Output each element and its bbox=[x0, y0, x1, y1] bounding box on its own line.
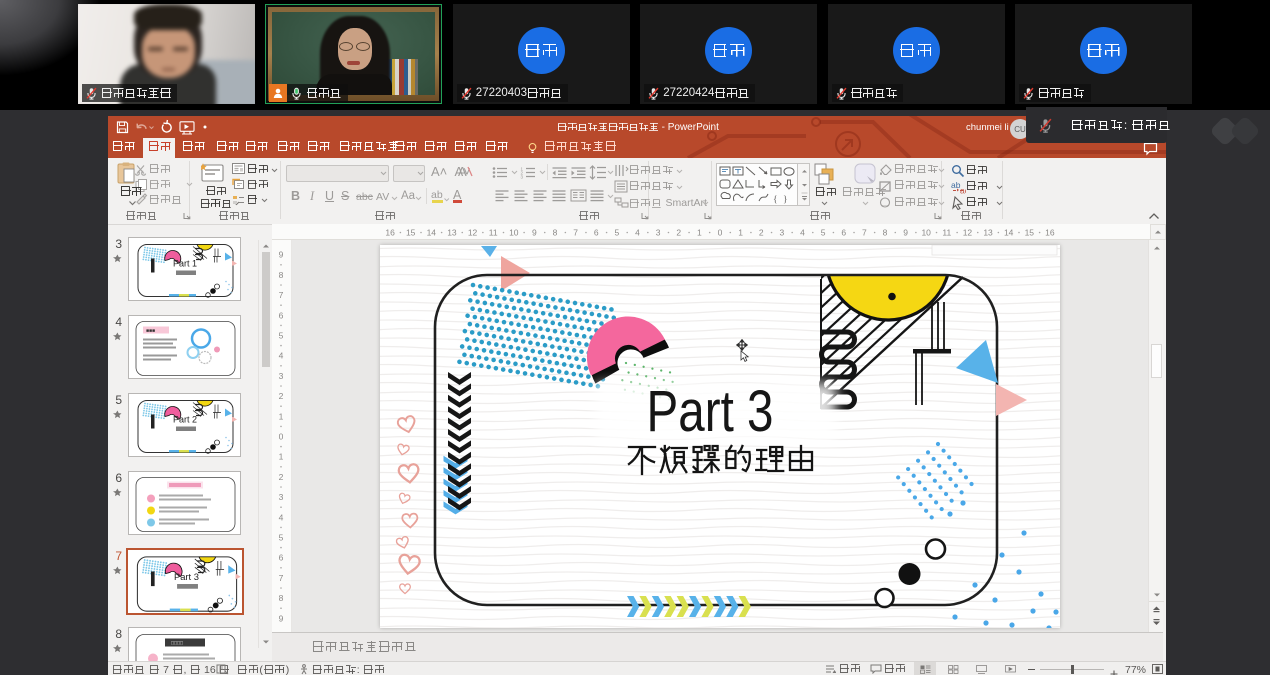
svg-text:2: 2 bbox=[676, 228, 681, 238]
svg-text:0: 0 bbox=[279, 432, 284, 442]
svg-text:□□□□: □□□□ bbox=[171, 641, 183, 647]
svg-text:4: 4 bbox=[635, 228, 640, 238]
svg-text:7: 7 bbox=[279, 573, 284, 583]
svg-text:3: 3 bbox=[279, 492, 284, 502]
svg-text:7: 7 bbox=[862, 228, 867, 238]
svg-text:8: 8 bbox=[279, 593, 284, 603]
svg-text:5: 5 bbox=[279, 533, 284, 543]
svg-text:8: 8 bbox=[553, 228, 558, 238]
svg-text:0: 0 bbox=[718, 228, 723, 238]
svg-text:Part 2: Part 2 bbox=[173, 415, 197, 425]
svg-text:5: 5 bbox=[821, 228, 826, 238]
svg-text:5: 5 bbox=[279, 331, 284, 341]
svg-text:ab: ab bbox=[431, 189, 443, 201]
svg-text:2: 2 bbox=[279, 391, 284, 401]
svg-text:14: 14 bbox=[427, 228, 437, 238]
svg-text:11: 11 bbox=[942, 228, 951, 238]
svg-text:6: 6 bbox=[279, 553, 284, 563]
svg-text:6: 6 bbox=[594, 228, 599, 238]
svg-text:9: 9 bbox=[903, 228, 908, 238]
svg-text:12: 12 bbox=[963, 228, 973, 238]
svg-text:A: A bbox=[458, 164, 467, 179]
svg-text:1: 1 bbox=[697, 228, 702, 238]
svg-text:9: 9 bbox=[279, 250, 284, 260]
svg-text:1: 1 bbox=[738, 228, 743, 238]
svg-text:3: 3 bbox=[779, 228, 784, 238]
svg-text:7: 7 bbox=[573, 228, 578, 238]
svg-text:13: 13 bbox=[447, 228, 457, 238]
svg-text:15: 15 bbox=[1025, 228, 1035, 238]
svg-text:7: 7 bbox=[279, 290, 284, 300]
svg-text:3: 3 bbox=[521, 174, 524, 179]
svg-text:10: 10 bbox=[509, 228, 519, 238]
svg-text:2: 2 bbox=[279, 472, 284, 482]
svg-text:16: 16 bbox=[385, 228, 395, 238]
svg-text:1: 1 bbox=[279, 452, 284, 462]
svg-text:15: 15 bbox=[406, 228, 416, 238]
svg-text:2: 2 bbox=[759, 228, 764, 238]
svg-text:5: 5 bbox=[615, 228, 620, 238]
svg-text:3: 3 bbox=[279, 371, 284, 381]
svg-text:9: 9 bbox=[532, 228, 537, 238]
svg-text:4: 4 bbox=[279, 512, 284, 522]
svg-text:6: 6 bbox=[279, 310, 284, 320]
svg-text:1: 1 bbox=[279, 411, 284, 421]
svg-text:Part 3: Part 3 bbox=[173, 571, 198, 582]
svg-text:14: 14 bbox=[1004, 228, 1014, 238]
svg-text:8: 8 bbox=[883, 228, 888, 238]
svg-text:4: 4 bbox=[800, 228, 805, 238]
svg-text:4: 4 bbox=[279, 351, 284, 361]
svg-text:Part 1: Part 1 bbox=[173, 259, 197, 269]
svg-text:12: 12 bbox=[468, 228, 478, 238]
svg-text:6: 6 bbox=[841, 228, 846, 238]
svg-text:8: 8 bbox=[279, 270, 284, 280]
svg-text:■■■: ■■■ bbox=[146, 328, 155, 334]
svg-text:11: 11 bbox=[489, 228, 498, 238]
svg-text:3: 3 bbox=[656, 228, 661, 238]
svg-text:13: 13 bbox=[983, 228, 993, 238]
svg-text:9: 9 bbox=[279, 613, 284, 623]
svg-text:16: 16 bbox=[1045, 228, 1055, 238]
svg-text:A: A bbox=[453, 188, 462, 202]
svg-text:{: { bbox=[773, 195, 778, 204]
svg-text:}: } bbox=[783, 195, 788, 204]
svg-text:10: 10 bbox=[921, 228, 931, 238]
